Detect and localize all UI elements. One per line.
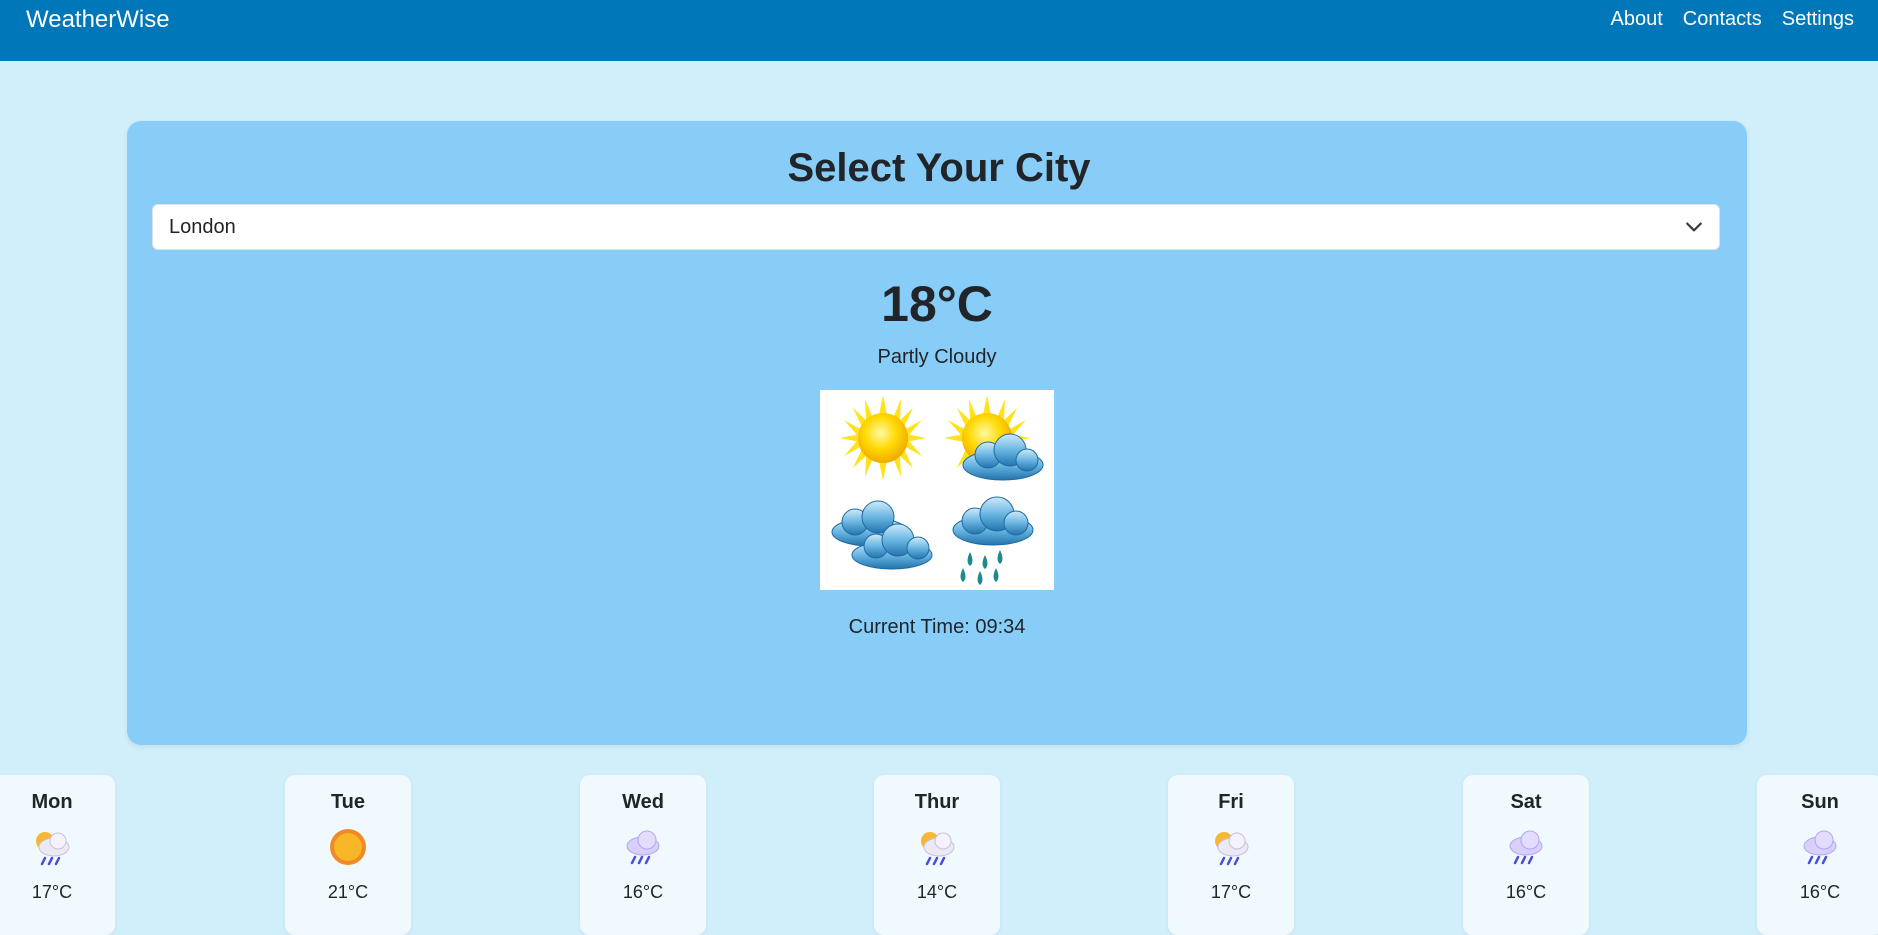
forecast-temp: 21°C	[327, 882, 369, 902]
current-temperature: 18°C	[881, 276, 993, 332]
forecast-card-sat: Sat 16°C	[1463, 775, 1589, 935]
city-select[interactable]: London	[152, 204, 1720, 250]
page-title: Select Your City	[787, 146, 1091, 190]
cloud-rain-icon	[1803, 830, 1837, 865]
current-condition: Partly Cloudy	[877, 346, 997, 368]
forecast-card-mon: Mon 17°C	[0, 775, 115, 935]
nav-link-settings[interactable]: Settings	[1782, 8, 1854, 31]
sun-cloud-rain-icon	[36, 832, 70, 866]
nav-link-about[interactable]: About	[1611, 8, 1663, 31]
forecast-temp: 17°C	[31, 882, 73, 902]
forecast-card-wed: Wed 16°C	[580, 775, 706, 935]
sun-cloud-rain-icon	[1215, 832, 1249, 866]
cloud-rain-icon	[1509, 830, 1543, 865]
forecast-day: Tue	[330, 791, 366, 813]
navbar: WeatherWise About Contacts Settings	[0, 0, 1878, 61]
forecast-temp: 17°C	[1210, 882, 1252, 902]
forecast-card-fri: Fri 17°C	[1168, 775, 1294, 935]
forecast-card-tue: Tue 21°C	[285, 775, 411, 935]
sun-cloud-icon	[944, 395, 1044, 481]
chevron-down-icon	[1686, 222, 1702, 232]
weather-condition-image	[820, 390, 1054, 590]
forecast-day: Sat	[1510, 791, 1542, 813]
city-select-value: London	[169, 215, 236, 238]
forecast-day: Wed	[622, 791, 664, 813]
sun-icon	[840, 395, 926, 481]
forecast-card-sun: Sun 16°C	[1757, 775, 1878, 935]
cloud-rain-icon	[626, 830, 660, 865]
brand-link[interactable]: WeatherWise	[26, 6, 170, 34]
forecast-card-thur: Thur 14°C	[874, 775, 1000, 935]
cloudy-icon	[831, 500, 933, 570]
current-weather-card: London 18°C Partly Cloudy Current Time: …	[127, 121, 1747, 745]
forecast-day: Mon	[31, 791, 73, 813]
forecast-temp: 16°C	[1505, 882, 1547, 902]
current-time: Current Time: 09:34	[848, 616, 1026, 638]
forecast-temp: 14°C	[916, 882, 958, 902]
forecast-day: Thur	[914, 791, 960, 813]
forecast-temp: 16°C	[622, 882, 664, 902]
rain-icon	[952, 496, 1034, 585]
forecast-temp: 16°C	[1799, 882, 1841, 902]
nav-link-contacts[interactable]: Contacts	[1683, 8, 1762, 31]
forecast-day: Sun	[1801, 791, 1839, 813]
forecast-day: Fri	[1218, 791, 1244, 813]
sun-icon	[330, 829, 366, 865]
sun-cloud-rain-icon	[921, 832, 955, 866]
nav-links: About Contacts Settings	[1611, 8, 1854, 31]
